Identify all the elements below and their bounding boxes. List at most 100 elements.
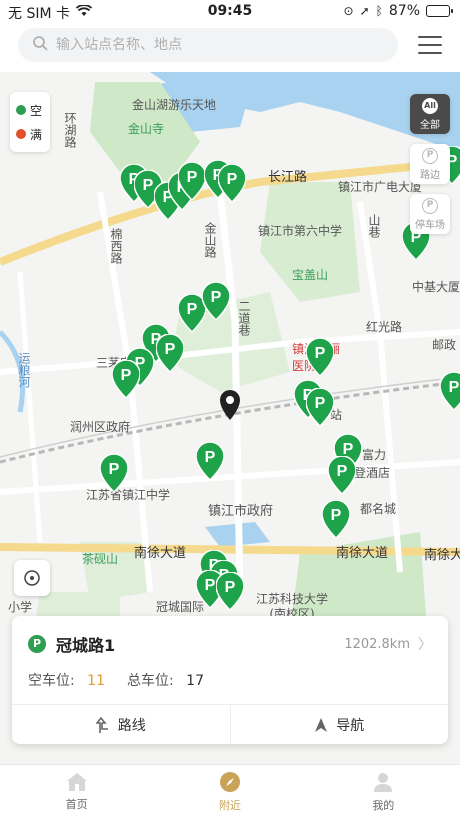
parking-pin[interactable]: P (218, 164, 246, 202)
legend-dot (16, 105, 26, 115)
menu-line (418, 36, 442, 38)
label-chayan: 茶砚山 (82, 552, 119, 566)
parking-pin-icon: P (218, 164, 246, 202)
label-school-zj: 江苏省镇江中学 (86, 488, 171, 502)
search-bar[interactable] (18, 28, 398, 62)
parking-pin[interactable]: P (306, 388, 334, 426)
label-primary: 小学 (8, 600, 33, 614)
navigate-arrow-icon (315, 717, 328, 732)
svg-text:P: P (337, 463, 348, 480)
navigate-button[interactable]: 导航 (229, 705, 449, 744)
parking-pin[interactable]: P (216, 572, 244, 610)
svg-text:P: P (187, 169, 198, 186)
parking-pin[interactable]: P (328, 456, 356, 494)
home-icon (66, 772, 87, 791)
parking-pin-icon: P (306, 338, 334, 376)
parking-pin-icon: P (322, 500, 350, 538)
parking-info-card[interactable]: P 冠城路1 1202.8km 〉 空车位: 11 总车位: 17 路线 导航 (12, 616, 448, 744)
route-icon (95, 716, 108, 733)
filter-all-button[interactable]: All 全部 (410, 94, 450, 134)
locate-button[interactable] (14, 560, 50, 596)
map-legend: 空 满 (10, 92, 50, 152)
svg-text:P: P (187, 301, 198, 318)
parking-pin[interactable]: P (156, 334, 184, 372)
tab-profile[interactable]: 我的 (307, 765, 460, 818)
svg-text:P: P (449, 379, 460, 396)
label-jinshan-road: 金山路 (203, 222, 217, 258)
label-post: 邮政 (432, 338, 457, 352)
status-bar: 无 SIM 卡 09:45 ⊙ ➚ ᛒ 87% (0, 0, 460, 24)
label-nanxu-right: 南徐大道 (424, 548, 460, 563)
empty-spots-value: 11 (87, 673, 105, 689)
menu-line (418, 44, 442, 46)
svg-text:P: P (331, 507, 342, 524)
total-spots-label: 总车位: (127, 673, 174, 689)
all-icon: All (422, 97, 438, 114)
parking-pin[interactable]: P (178, 162, 206, 200)
menu-button[interactable] (418, 36, 442, 54)
label-runzhou-gov: 润州区政府 (70, 420, 131, 434)
svg-text:P: P (225, 579, 236, 596)
tab-home[interactable]: 首页 (0, 765, 153, 818)
navigate-label: 导航 (336, 717, 365, 734)
parking-pin-icon: P (156, 334, 184, 372)
card-actions: 路线 导航 (12, 705, 448, 744)
battery-icon (426, 5, 453, 17)
label-city-gov: 镇江市政府 (208, 504, 274, 519)
parking-pin[interactable]: P (440, 372, 460, 410)
lot-stats: 空车位: 11 总车位: 17 (28, 670, 204, 690)
svg-text:P: P (121, 367, 132, 384)
filter-parking-lot-button[interactable]: P 停车场 (410, 194, 450, 234)
label-nanxu-mid: 南徐大道 (336, 546, 389, 561)
label-baogaishan: 宝盖山 (292, 268, 329, 282)
parking-pin[interactable]: P (112, 360, 140, 398)
crosshair-icon (24, 570, 40, 586)
label-jinshan-temple: 金山寺 (128, 122, 165, 136)
parking-pin-icon: P (202, 282, 230, 320)
location-arrow-icon: ➚ (359, 4, 370, 18)
label-fuli: 富力 (362, 448, 387, 462)
lot-distance: 1202.8km (344, 636, 410, 652)
svg-text:P: P (205, 449, 216, 466)
parking-pin-icon: P (440, 372, 460, 410)
parking-pin-icon: P (178, 162, 206, 200)
label-no6-school: 镇江市第六中学 (258, 224, 343, 238)
svg-text:P: P (109, 461, 120, 478)
card-header[interactable]: P 冠城路1 1202.8km 〉 (28, 632, 432, 656)
parking-pin[interactable]: P (322, 500, 350, 538)
search-header (0, 24, 460, 72)
label-huanhu-road: 环湖路 (63, 112, 77, 148)
route-button[interactable]: 路线 (12, 705, 230, 744)
label-hongguang: 红光路 (366, 320, 403, 334)
label-erdao: 二道巷 (237, 300, 251, 336)
svg-text:P: P (227, 171, 238, 188)
parking-pin-icon: P (196, 442, 224, 480)
search-input[interactable] (56, 37, 356, 53)
tab-label: 附近 (218, 798, 241, 812)
filter-roadside-button[interactable]: P 路边 (410, 144, 450, 184)
svg-text:P: P (205, 577, 216, 594)
label-mountain: 山巷 (367, 214, 381, 238)
label-mingcheng: 都名城 (360, 502, 397, 516)
current-location-marker (220, 390, 240, 424)
search-icon (32, 35, 48, 55)
parking-pin[interactable]: P (202, 282, 230, 320)
lock-rotation-icon: ⊙ (343, 4, 354, 18)
parking-pin[interactable]: P (100, 454, 128, 492)
lot-name: 冠城路1 (56, 636, 116, 655)
legend-label: 满 (30, 127, 43, 142)
svg-text:P: P (211, 289, 222, 306)
label-mianxi: 棉西路 (109, 228, 123, 264)
label-zhongji: 中基大厦 (412, 280, 460, 294)
parking-pin[interactable]: P (306, 338, 334, 376)
parking-pin[interactable]: P (196, 442, 224, 480)
svg-text:P: P (165, 341, 176, 358)
chevron-right-icon[interactable]: 〉 (418, 634, 432, 654)
empty-spots: 空车位: 11 (28, 670, 105, 690)
tab-nearby[interactable]: 附近 (153, 765, 306, 818)
label-amusement: 金山湖游乐天地 (132, 98, 217, 112)
parking-icon: P (28, 635, 46, 653)
total-spots-value: 17 (186, 673, 204, 689)
tab-label: 我的 (372, 798, 395, 812)
label-guangdian: 镇江市广电大厦 (338, 180, 423, 194)
